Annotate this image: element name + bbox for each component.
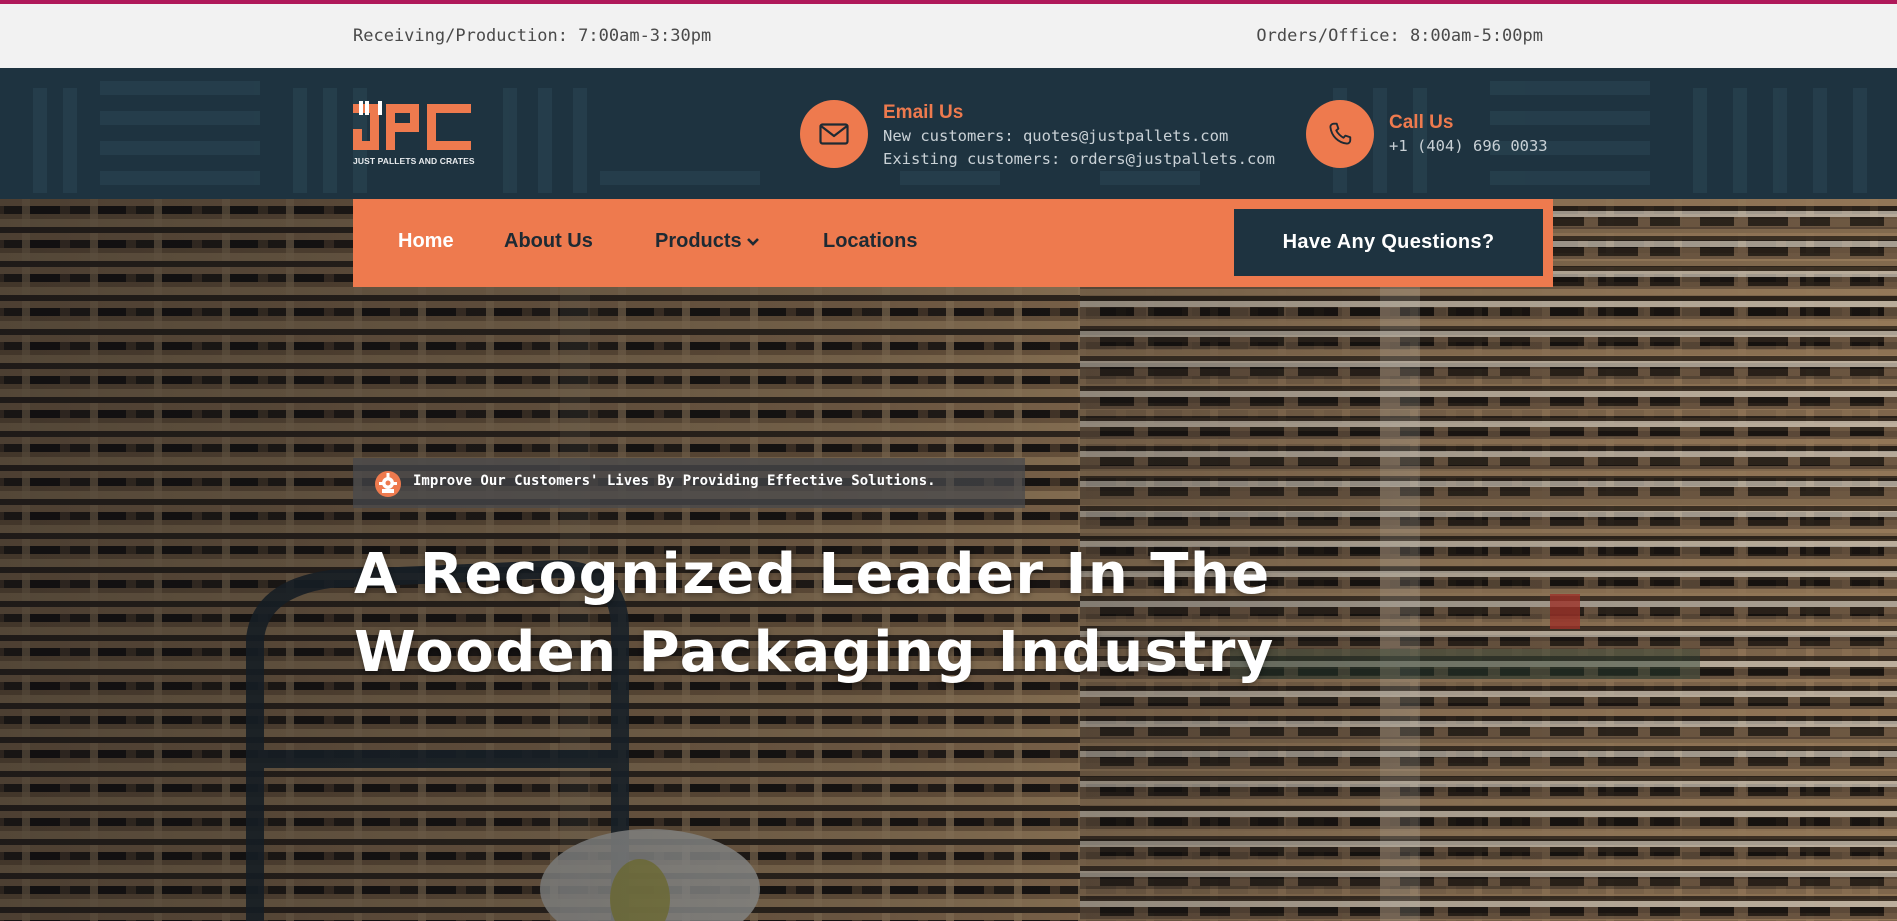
- gear-icon: [375, 471, 401, 497]
- email-new-customers[interactable]: New customers: quotes@justpallets.com: [883, 127, 1228, 145]
- site-header: JUST PALLETS AND CRATES Email Us New cus…: [0, 68, 1897, 199]
- hero-headline-line-1: A Recognized Leader In The: [354, 542, 1271, 607]
- hero-tagline: Improve Our Customers' Lives By Providin…: [353, 458, 1025, 508]
- envelope-icon: [800, 100, 868, 168]
- chevron-down-icon: [746, 237, 759, 246]
- phone-icon: [1306, 100, 1374, 168]
- nav-products-label: Products: [655, 230, 742, 252]
- main-nav: Home About Us Products Locations Have An…: [353, 199, 1553, 287]
- email-existing-customers[interactable]: Existing customers: orders@justpallets.c…: [883, 150, 1275, 168]
- hours-bar: Receiving/Production: 7:00am-3:30pm Orde…: [0, 4, 1897, 68]
- nav-locations[interactable]: Locations: [823, 230, 917, 253]
- office-hours: Orders/Office: 8:00am-5:00pm: [1256, 26, 1543, 46]
- questions-button[interactable]: Have Any Questions?: [1234, 209, 1543, 276]
- email-title: Email Us: [883, 102, 964, 123]
- logo[interactable]: JUST PALLETS AND CRATES: [353, 101, 475, 167]
- logo-mark: [353, 101, 471, 150]
- phone-number[interactable]: +1 (404) 696 0033: [1389, 137, 1548, 155]
- hero-tagline-text: Improve Our Customers' Lives By Providin…: [413, 473, 936, 489]
- call-title: Call Us: [1389, 112, 1454, 133]
- logo-tagline: JUST PALLETS AND CRATES: [353, 156, 475, 166]
- hero-headline: A Recognized Leader In The Wooden Packag…: [354, 536, 1314, 692]
- receiving-hours: Receiving/Production: 7:00am-3:30pm: [353, 26, 712, 46]
- hero-headline-line-2: Wooden Packaging Industry: [354, 620, 1275, 685]
- nav-products[interactable]: Products: [655, 230, 760, 253]
- nav-about-us[interactable]: About Us: [504, 230, 593, 253]
- nav-home[interactable]: Home: [398, 230, 454, 253]
